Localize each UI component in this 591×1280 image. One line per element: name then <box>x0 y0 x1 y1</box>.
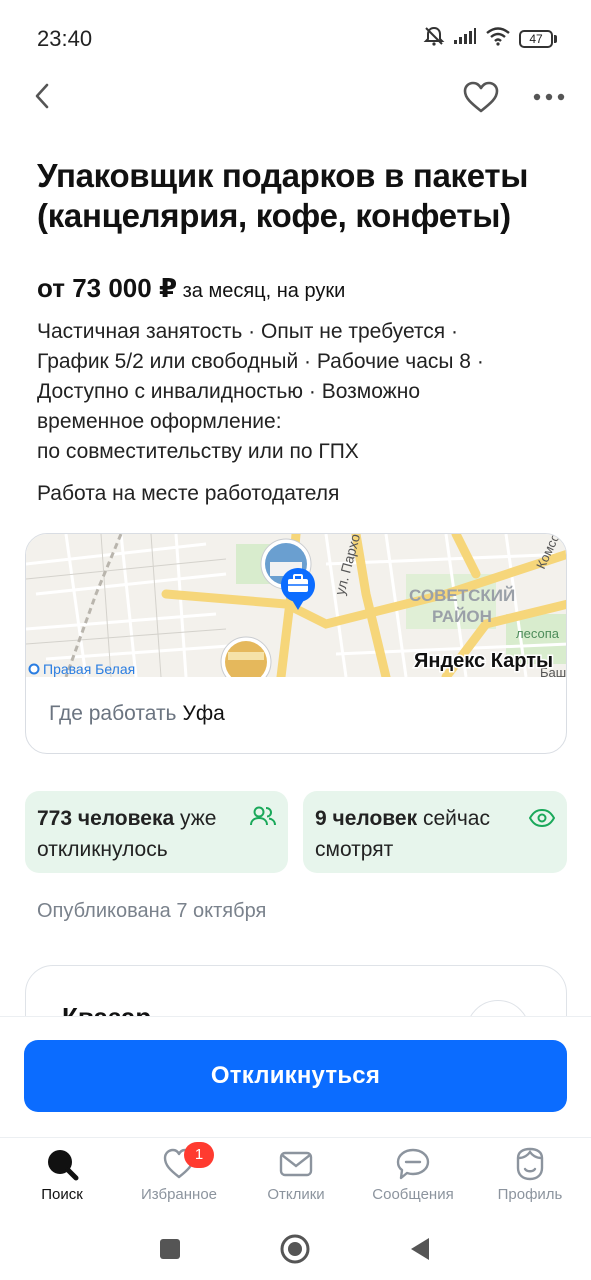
more-options-button[interactable] <box>528 76 570 118</box>
salary: от 73 000 ₽ за месяц, на руки <box>37 272 345 307</box>
triangle-back-icon <box>411 1238 429 1260</box>
tab-label: Поиск <box>41 1186 83 1203</box>
back-button[interactable] <box>24 78 60 114</box>
apply-button[interactable]: Откликнуться <box>24 1040 567 1112</box>
job-title: Упаковщик подарков в пакеты (канцелярия,… <box>37 157 529 234</box>
home-button[interactable] <box>277 1231 313 1267</box>
square-icon <box>160 1239 180 1259</box>
watching-count: 9 человек <box>315 807 418 830</box>
map-corner-label: лесопа <box>516 626 560 641</box>
tab-favorites[interactable]: 1 Избранное <box>120 1138 238 1218</box>
battery-level: 47 <box>519 29 553 48</box>
watching-stat: 9 человек сейчас смотрят <box>303 791 567 873</box>
eye-icon <box>528 805 556 836</box>
signal-icon <box>453 27 477 50</box>
bottom-tab-bar: Поиск 1 Избранное Отклики Сообщения Проф… <box>0 1137 591 1217</box>
map-preview[interactable]: ул. Пархо СОВЕТСКИЙ РАЙОН Комсо лесопа Б… <box>26 534 566 677</box>
responded-count: 773 человека <box>37 807 175 830</box>
tab-label: Сообщения <box>372 1186 454 1203</box>
condition-line: Доступно с инвалидностью · Возможно <box>37 380 421 403</box>
map-stop-label: Правая Белая <box>43 661 135 677</box>
favorites-badge: 1 <box>184 1142 214 1168</box>
condition-line: Частичная занятость · Опыт не требуется … <box>37 320 459 343</box>
tab-search[interactable]: Поиск <box>3 1138 121 1218</box>
condition-line: по совместительству или по ГПХ <box>37 440 359 463</box>
map-card[interactable]: ул. Пархо СОВЕТСКИЙ РАЙОН Комсо лесопа Б… <box>25 533 567 754</box>
envelope-icon <box>279 1151 313 1177</box>
condition-line: временное оформление: <box>37 410 282 433</box>
work-place: Работа на месте работодателя <box>37 482 340 505</box>
tab-label: Профиль <box>497 1186 563 1203</box>
condition-line: График 5/2 или свободный · Рабочие часы … <box>37 350 484 373</box>
search-icon <box>48 1150 79 1181</box>
yandex-maps-logo: Яндекс Карты <box>414 650 553 672</box>
tab-messages[interactable]: Сообщения <box>354 1138 472 1218</box>
chat-icon <box>396 1148 430 1180</box>
status-time: 23:40 <box>37 26 93 51</box>
system-nav-bar <box>0 1217 591 1280</box>
tab-responses[interactable]: Отклики <box>237 1138 355 1218</box>
map-district-label: РАЙОН <box>432 607 492 626</box>
heart-icon <box>463 81 499 113</box>
back-nav-button[interactable] <box>402 1231 438 1267</box>
salary-period: за месяц, на руки <box>182 280 346 302</box>
people-icon <box>250 805 276 836</box>
more-dots-icon <box>533 93 565 101</box>
chevron-left-icon <box>35 83 49 109</box>
tab-label: Избранное <box>140 1186 218 1203</box>
work-location: Где работать Уфа <box>49 702 225 726</box>
recent-apps-button[interactable] <box>152 1231 188 1267</box>
battery-icon: 47 <box>519 29 557 48</box>
profile-icon <box>516 1147 544 1181</box>
status-icons: 47 <box>423 25 557 52</box>
status-bar: 23:40 47 <box>0 0 591 70</box>
published-date: Опубликована 7 октября <box>37 900 267 922</box>
favorite-button[interactable] <box>460 76 502 118</box>
map-district-label: СОВЕТСКИЙ <box>409 586 515 605</box>
salary-amount: от 73 000 ₽ <box>37 273 178 303</box>
tab-profile[interactable]: Профиль <box>471 1138 589 1218</box>
tab-label: Отклики <box>267 1186 325 1203</box>
job-conditions: Частичная занятость · Опыт не требуется … <box>37 317 557 467</box>
responded-stat: 773 человека уже откликнулось <box>25 791 288 873</box>
work-location-city: Уфа <box>182 702 225 725</box>
bell-muted-icon <box>423 25 445 52</box>
top-nav <box>0 70 591 126</box>
home-circle-icon <box>280 1234 310 1264</box>
work-location-label: Где работать <box>49 702 177 725</box>
wifi-icon <box>485 26 511 51</box>
